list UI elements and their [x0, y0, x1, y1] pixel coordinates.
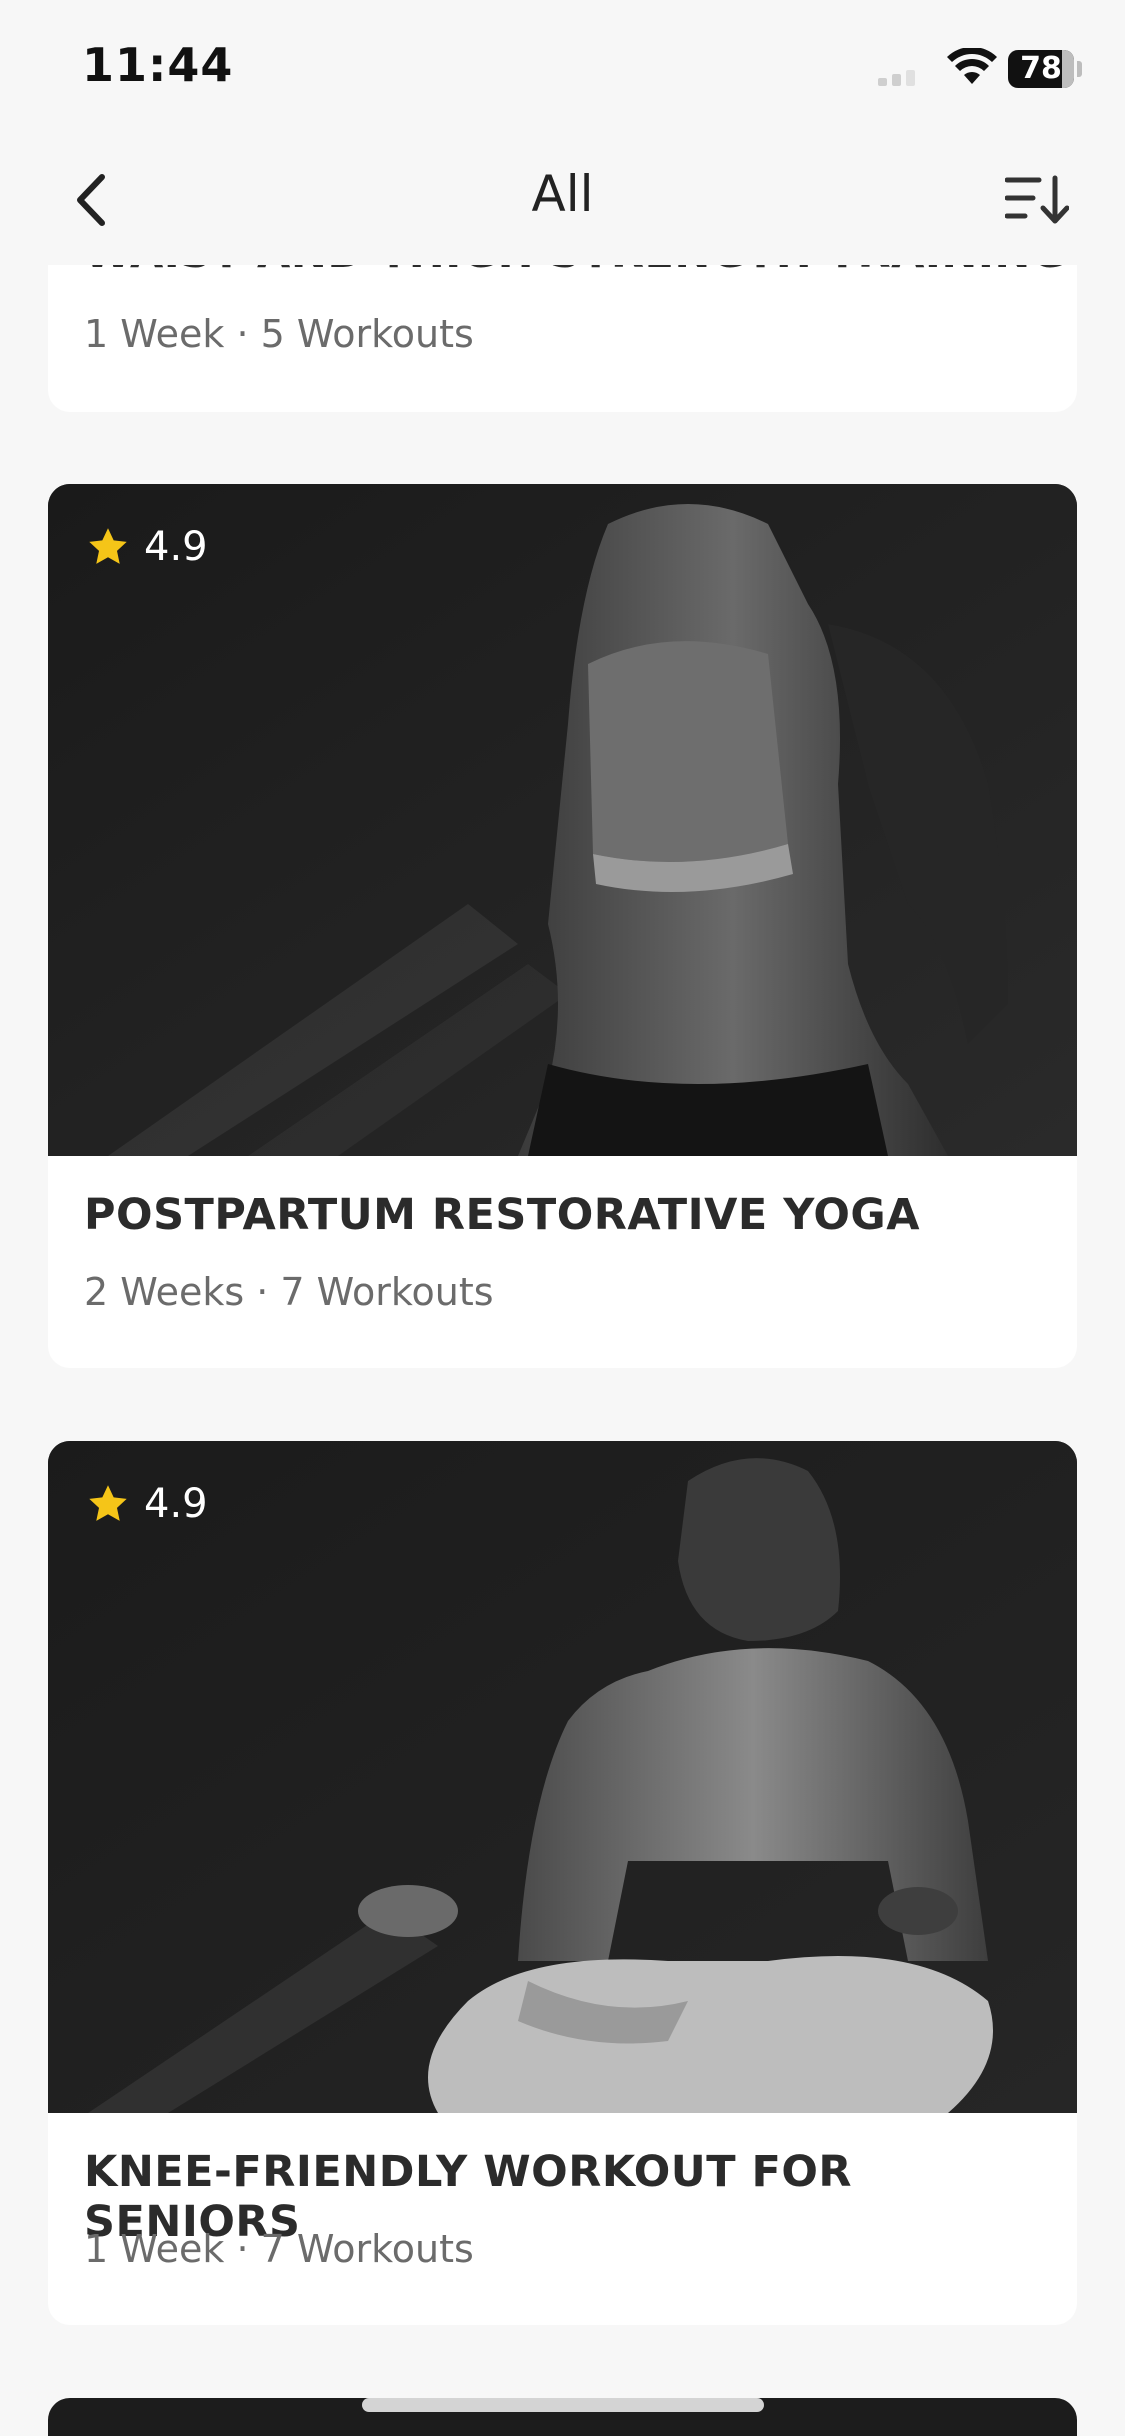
- home-indicator: [362, 2398, 764, 2412]
- page-title: All: [531, 165, 594, 223]
- program-image: 4.9: [48, 484, 1077, 1156]
- wifi-icon: [947, 48, 997, 84]
- status-bar: 11:44 78: [0, 0, 1125, 135]
- rating-value: 4.9: [144, 1481, 208, 1527]
- star-icon: [89, 1485, 127, 1521]
- rating-value: 4.9: [144, 524, 208, 570]
- program-meta: 1 Week · 7 Workouts: [84, 2227, 474, 2271]
- screen: 11:44 78 All 1 Week · 5 Workouts 4.9 POS…: [0, 0, 1125, 2436]
- program-card[interactable]: 4.9 POSTPARTUM RESTORATIVE YOGA 2 Weeks …: [48, 484, 1077, 1368]
- program-image: 4.9: [48, 1441, 1077, 2113]
- program-card[interactable]: 4.9 KNEE-FRIENDLY WORKOUT FOR SENIORS 1 …: [48, 1441, 1077, 2325]
- program-meta: 1 Week · 5 Workouts: [84, 312, 474, 356]
- star-icon: [89, 528, 127, 564]
- workout-photo: [48, 484, 1077, 1156]
- sort-button[interactable]: [1002, 165, 1072, 235]
- rating-badge: 4.9: [86, 1481, 208, 1527]
- cellular-signal-icon: [878, 70, 918, 86]
- sort-icon: [1005, 175, 1069, 224]
- program-meta: 2 Weeks · 7 Workouts: [84, 1270, 494, 1314]
- status-time: 11:44: [82, 38, 234, 92]
- program-title: POSTPARTUM RESTORATIVE YOGA: [84, 1190, 920, 1240]
- nav-bar: All: [0, 135, 1125, 265]
- rating-badge: 4.9: [86, 524, 208, 570]
- battery-tip: [1077, 61, 1082, 77]
- battery-icon: 78: [1008, 50, 1074, 88]
- workout-photo: [48, 1441, 1077, 2113]
